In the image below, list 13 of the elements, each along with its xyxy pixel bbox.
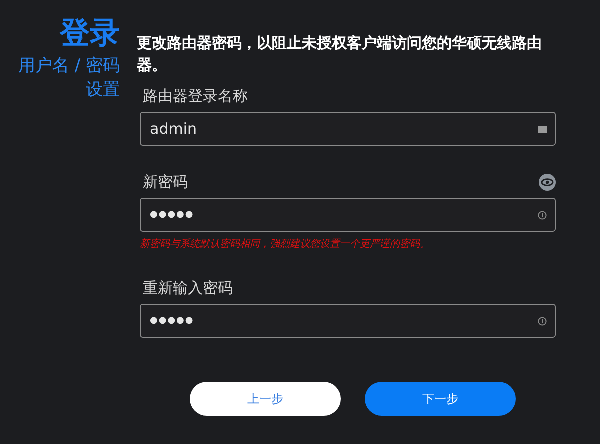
- password-field[interactable]: ●●●●●: [140, 304, 556, 338]
- next-button[interactable]: 下一步: [365, 382, 516, 416]
- page-subtitle: 用户名 / 密码设置: [17, 55, 120, 102]
- field-label: 路由器登录名称: [143, 86, 248, 106]
- page-title: 登录: [60, 15, 120, 53]
- eye-icon[interactable]: [539, 174, 556, 190]
- warning-text: 新密码与系统默认密码相同，强烈建议您设置一个更严谨的密码。: [140, 238, 431, 252]
- password-field[interactable]: ●●●●●: [140, 198, 556, 232]
- instruction-text: 更改路由器密码，以阻止未授权客户端访问您的华硕无线路由器。: [137, 33, 543, 76]
- field-label: 重新输入密码: [143, 278, 233, 298]
- field-label: 新密码: [143, 172, 188, 192]
- back-button[interactable]: 上一步: [190, 382, 341, 416]
- username-field[interactable]: admin: [140, 112, 556, 146]
